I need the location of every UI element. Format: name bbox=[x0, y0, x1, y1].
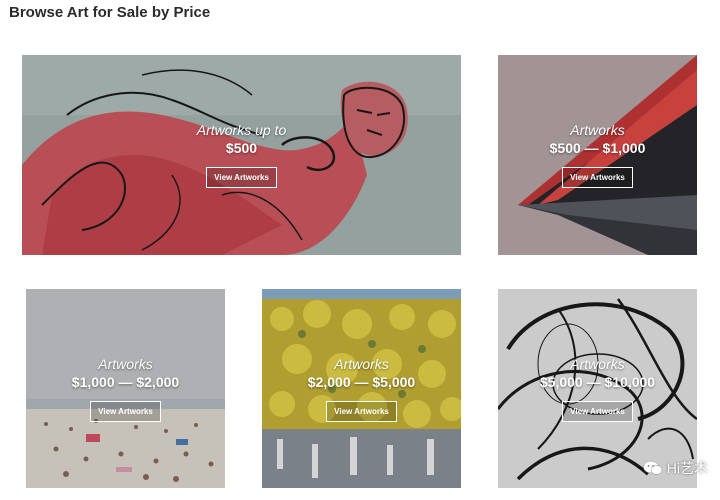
tile-price-range: $500 bbox=[225, 140, 258, 156]
tile-label-top: Artworks up to bbox=[196, 122, 287, 138]
tile-price-range: $1,000 — $2,000 bbox=[71, 373, 180, 390]
view-artworks-button[interactable]: View Artworks bbox=[206, 167, 277, 188]
tile-label-top: Artworks bbox=[98, 355, 153, 372]
tile-price-range: $500 — $1,000 bbox=[549, 140, 646, 156]
tile-price-range: $5,000 — $10,000 bbox=[539, 373, 656, 390]
view-artworks-button[interactable]: View Artworks bbox=[562, 167, 633, 188]
watermark: Hi艺术 bbox=[643, 458, 708, 478]
watermark-text: Hi艺术 bbox=[666, 460, 708, 476]
price-tile-2000-5000[interactable]: Artworks $2,000 — $5,000 View Artworks bbox=[262, 289, 461, 488]
tile-label-top: Artworks bbox=[570, 355, 625, 372]
price-tile-500-1000[interactable]: Artworks $500 — $1,000 View Artworks bbox=[498, 55, 697, 255]
page-title: Browse Art for Sale by Price bbox=[9, 4, 211, 21]
price-tile-1000-2000[interactable]: Artworks $1,000 — $2,000 View Artworks bbox=[26, 289, 225, 488]
tile-price-range: $2,000 — $5,000 bbox=[307, 373, 416, 390]
price-tile-up-to-500[interactable]: Artworks up to $500 View Artworks bbox=[22, 55, 461, 255]
view-artworks-button[interactable]: View Artworks bbox=[90, 400, 161, 422]
wechat-icon bbox=[643, 460, 663, 475]
view-artworks-button[interactable]: View Artworks bbox=[326, 400, 397, 422]
view-artworks-button[interactable]: View Artworks bbox=[562, 400, 633, 422]
tile-label-top: Artworks bbox=[570, 122, 625, 138]
tile-label-top: Artworks bbox=[334, 355, 389, 372]
